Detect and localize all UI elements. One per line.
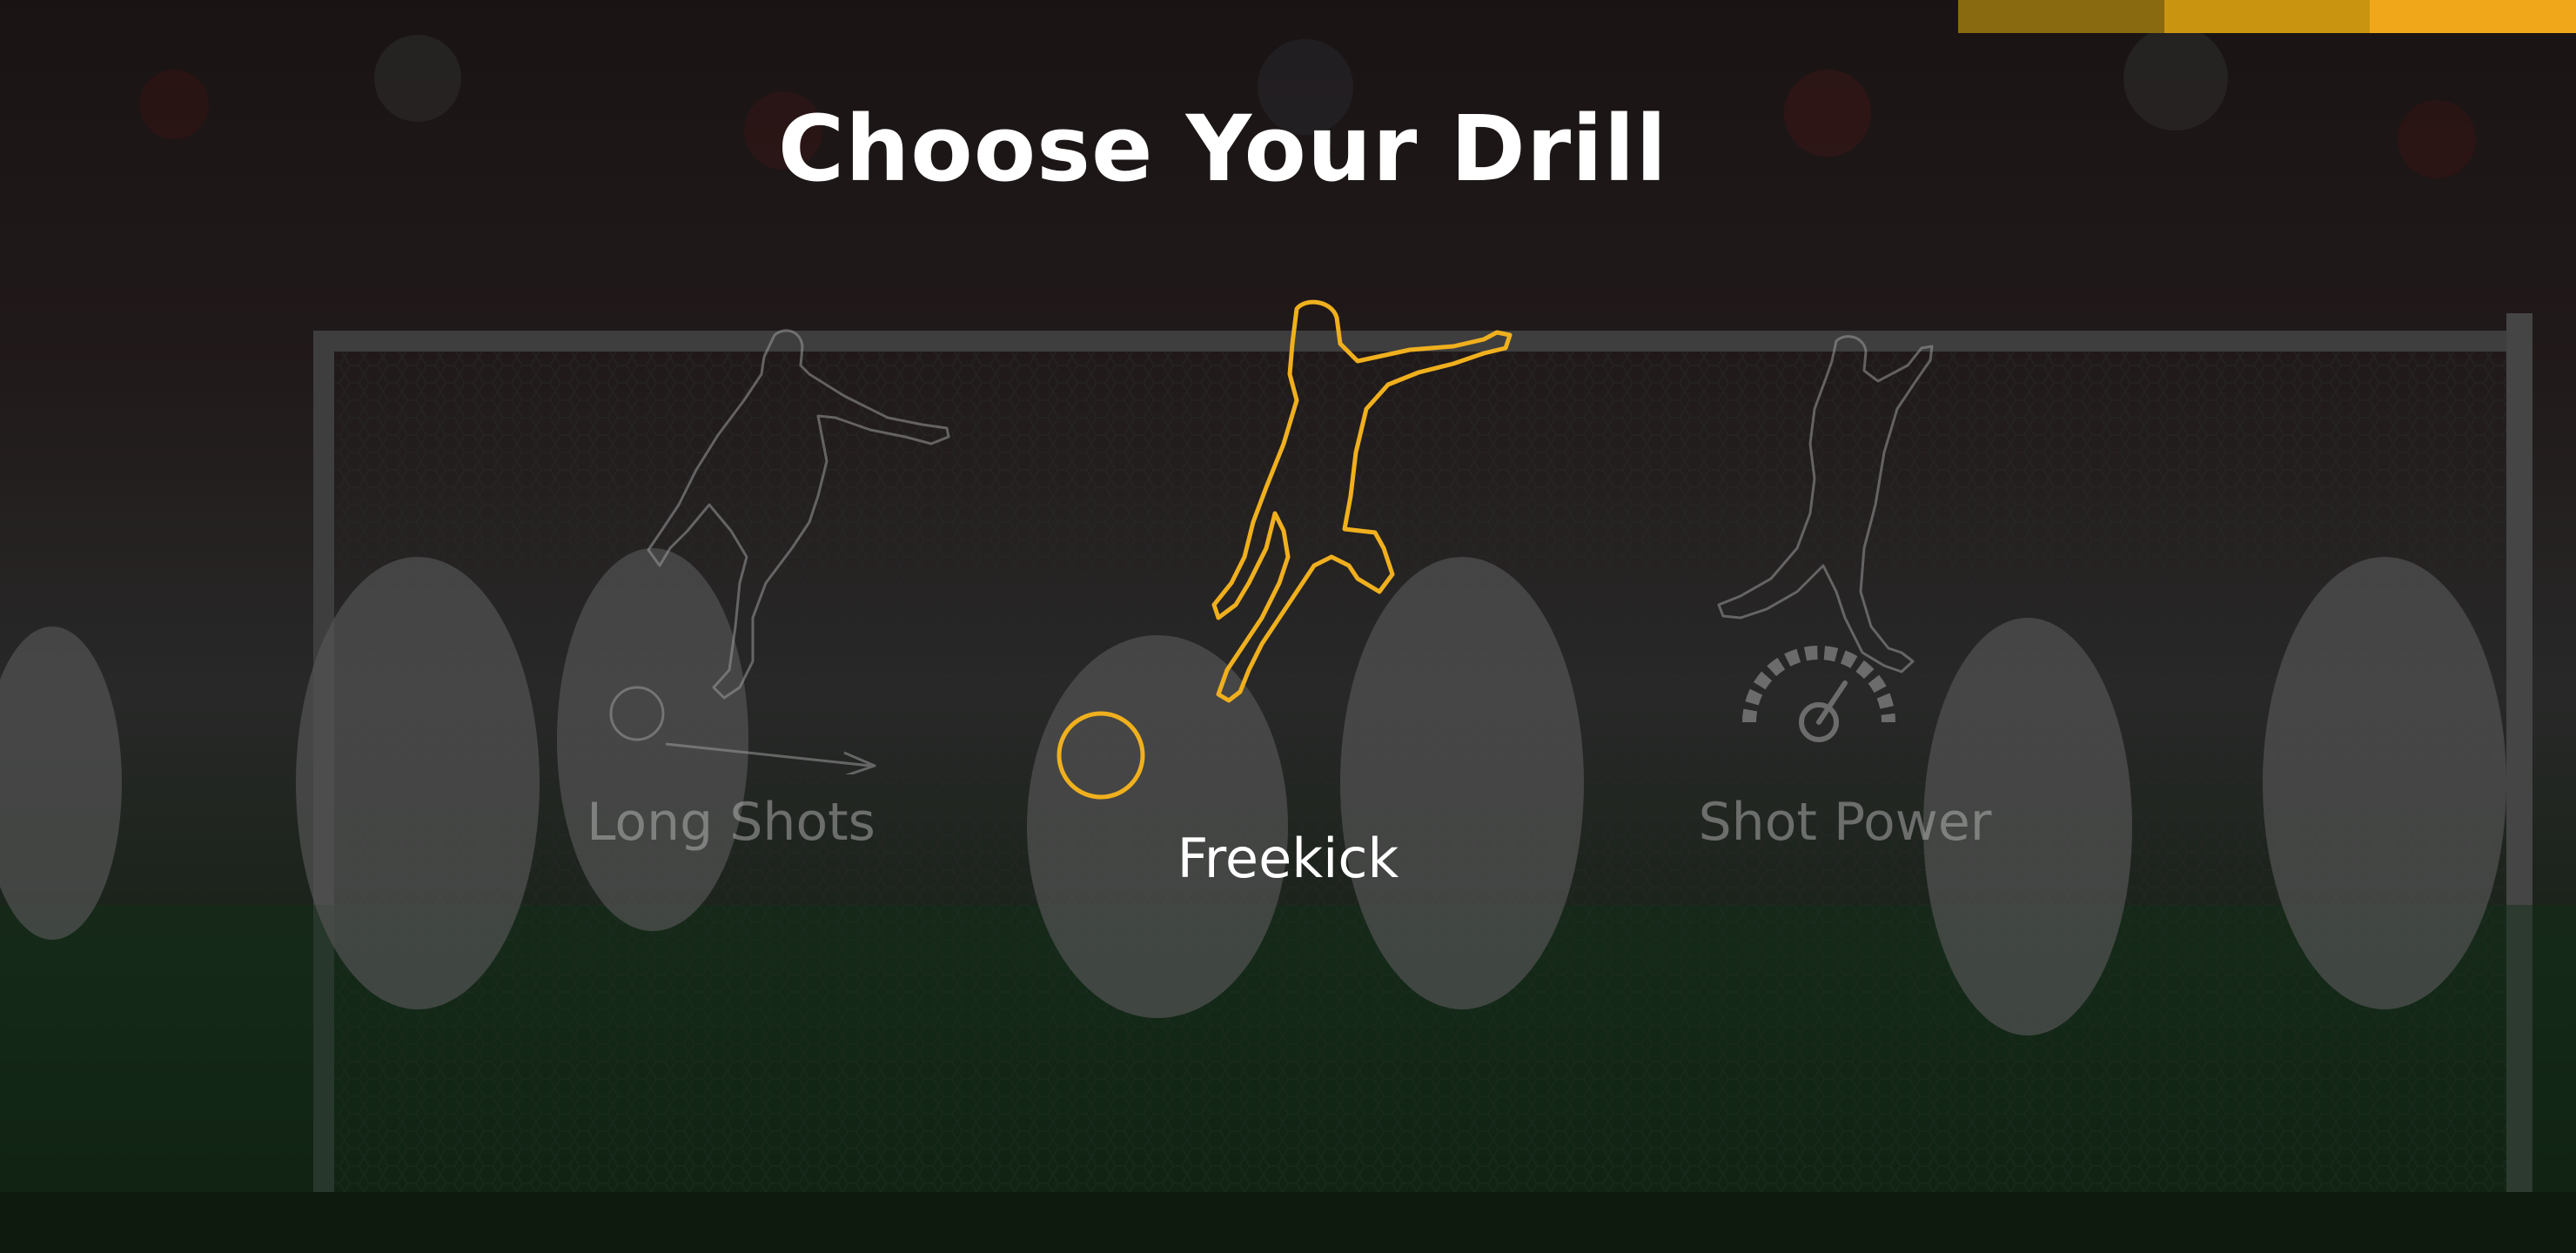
drill-label-shot-power: Shot Power — [1698, 792, 1992, 853]
shot-power-icon — [1717, 335, 1934, 742]
drill-select-screen: Choose Your Drill Long Shots Freekick Sh… — [0, 0, 2576, 1253]
page-title: Choose Your Drill — [777, 96, 1668, 202]
long-shot-player-icon — [609, 329, 950, 774]
drill-option-shot-power[interactable]: Shot Power — [1636, 331, 2089, 888]
progress-segment-3 — [2370, 0, 2576, 33]
progress-segment-1 — [1958, 0, 2164, 33]
drill-label-freekick: Freekick — [1177, 827, 1399, 890]
drill-label-long-shots: Long Shots — [587, 792, 875, 853]
progress-segment-2 — [2163, 0, 2371, 33]
shot-power-gauge-icon — [1742, 646, 1895, 742]
progress-segments — [1958, 0, 2576, 33]
drill-option-long-shots[interactable]: Long Shots — [557, 322, 1010, 879]
freekick-player-icon — [1057, 299, 1513, 800]
drill-option-freekick[interactable]: Freekick — [1044, 296, 1619, 905]
